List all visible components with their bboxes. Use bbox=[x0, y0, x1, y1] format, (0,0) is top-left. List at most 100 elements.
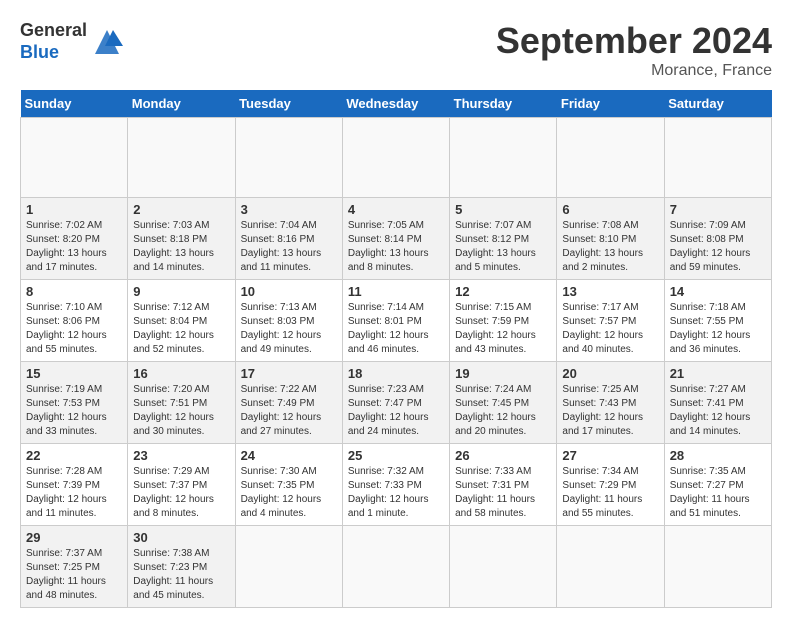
day-info: Sunrise: 7:18 AMSunset: 7:55 PMDaylight:… bbox=[670, 301, 766, 357]
day-number: 1 bbox=[26, 202, 122, 217]
calendar-cell: 27 Sunrise: 7:34 AMSunset: 7:29 PMDayligh… bbox=[557, 444, 664, 526]
day-info: Sunrise: 7:22 AMSunset: 7:49 PMDaylight:… bbox=[241, 383, 337, 439]
day-number: 6 bbox=[562, 202, 658, 217]
day-info: Sunrise: 7:14 AMSunset: 8:01 PMDaylight:… bbox=[348, 301, 444, 357]
day-number: 26 bbox=[455, 448, 551, 463]
day-info: Sunrise: 7:17 AMSunset: 7:57 PMDaylight:… bbox=[562, 301, 658, 357]
calendar-cell bbox=[235, 526, 342, 608]
weekday-header-tuesday: Tuesday bbox=[235, 90, 342, 118]
calendar-cell bbox=[342, 526, 449, 608]
calendar-cell: 26 Sunrise: 7:33 AMSunset: 7:31 PMDayligh… bbox=[450, 444, 557, 526]
weekday-header-sunday: Sunday bbox=[21, 90, 128, 118]
weekday-header-monday: Monday bbox=[128, 90, 235, 118]
day-info: Sunrise: 7:33 AMSunset: 7:31 PMDaylight:… bbox=[455, 465, 551, 521]
day-info: Sunrise: 7:20 AMSunset: 7:51 PMDaylight:… bbox=[133, 383, 229, 439]
day-number: 3 bbox=[241, 202, 337, 217]
calendar-cell: 17 Sunrise: 7:22 AMSunset: 7:49 PMDayligh… bbox=[235, 362, 342, 444]
day-info: Sunrise: 7:25 AMSunset: 7:43 PMDaylight:… bbox=[562, 383, 658, 439]
calendar-cell: 4Sunrise: 7:05 AMSunset: 8:14 PMDaylight… bbox=[342, 198, 449, 280]
day-info: Sunrise: 7:34 AMSunset: 7:29 PMDaylight:… bbox=[562, 465, 658, 521]
day-number: 29 bbox=[26, 530, 122, 545]
calendar-cell bbox=[557, 526, 664, 608]
day-info: Sunrise: 7:19 AMSunset: 7:53 PMDaylight:… bbox=[26, 383, 122, 439]
calendar-cell: 12 Sunrise: 7:15 AMSunset: 7:59 PMDayligh… bbox=[450, 280, 557, 362]
day-number: 21 bbox=[670, 366, 766, 381]
calendar-cell: 14 Sunrise: 7:18 AMSunset: 7:55 PMDayligh… bbox=[664, 280, 771, 362]
calendar-cell bbox=[557, 118, 664, 198]
location-label: Morance, France bbox=[496, 62, 772, 80]
day-number: 30 bbox=[133, 530, 229, 545]
day-info: Sunrise: 7:09 AMSunset: 8:08 PMDaylight:… bbox=[670, 219, 766, 275]
weekday-header-wednesday: Wednesday bbox=[342, 90, 449, 118]
calendar-cell: 10 Sunrise: 7:13 AMSunset: 8:03 PMDayligh… bbox=[235, 280, 342, 362]
day-info: Sunrise: 7:02 AMSunset: 8:20 PMDaylight:… bbox=[26, 219, 122, 275]
day-number: 28 bbox=[670, 448, 766, 463]
calendar-cell: 15 Sunrise: 7:19 AMSunset: 7:53 PMDayligh… bbox=[21, 362, 128, 444]
day-info: Sunrise: 7:03 AMSunset: 8:18 PMDaylight:… bbox=[133, 219, 229, 275]
day-number: 12 bbox=[455, 284, 551, 299]
calendar-cell bbox=[664, 118, 771, 198]
calendar-cell: 28Sunrise: 7:35 AMSunset: 7:27 PMDayligh… bbox=[664, 444, 771, 526]
day-info: Sunrise: 7:27 AMSunset: 7:41 PMDaylight:… bbox=[670, 383, 766, 439]
day-info: Sunrise: 7:04 AMSunset: 8:16 PMDaylight:… bbox=[241, 219, 337, 275]
calendar-cell: 8Sunrise: 7:10 AMSunset: 8:06 PMDaylight… bbox=[21, 280, 128, 362]
calendar-cell: 19Sunrise: 7:24 AMSunset: 7:45 PMDayligh… bbox=[450, 362, 557, 444]
day-number: 2 bbox=[133, 202, 229, 217]
page-header: General Blue September 2024 Morance, Fra… bbox=[20, 20, 772, 80]
calendar-cell bbox=[450, 118, 557, 198]
calendar-cell: 29 Sunrise: 7:37 AMSunset: 7:25 PMDayligh… bbox=[21, 526, 128, 608]
day-number: 20 bbox=[562, 366, 658, 381]
day-number: 9 bbox=[133, 284, 229, 299]
calendar-cell: 3 Sunrise: 7:04 AMSunset: 8:16 PMDaylight… bbox=[235, 198, 342, 280]
calendar-cell bbox=[21, 118, 128, 198]
day-number: 19 bbox=[455, 366, 551, 381]
weekday-header-friday: Friday bbox=[557, 90, 664, 118]
calendar-cell: 6 Sunrise: 7:08 AMSunset: 8:10 PMDaylight… bbox=[557, 198, 664, 280]
day-info: Sunrise: 7:13 AMSunset: 8:03 PMDaylight:… bbox=[241, 301, 337, 357]
day-info: Sunrise: 7:10 AMSunset: 8:06 PMDaylight:… bbox=[26, 301, 122, 357]
weekday-header-thursday: Thursday bbox=[450, 90, 557, 118]
calendar-cell: 20 Sunrise: 7:25 AMSunset: 7:43 PMDayligh… bbox=[557, 362, 664, 444]
weekday-header-saturday: Saturday bbox=[664, 90, 771, 118]
day-number: 17 bbox=[241, 366, 337, 381]
calendar-cell: 7Sunrise: 7:09 AMSunset: 8:08 PMDaylight… bbox=[664, 198, 771, 280]
day-number: 16 bbox=[133, 366, 229, 381]
logo-blue: Blue bbox=[20, 42, 59, 62]
day-number: 11 bbox=[348, 284, 444, 299]
day-number: 27 bbox=[562, 448, 658, 463]
logo-icon bbox=[91, 26, 123, 58]
day-info: Sunrise: 7:28 AMSunset: 7:39 PMDaylight:… bbox=[26, 465, 122, 521]
calendar-cell: 30 Sunrise: 7:38 AMSunset: 7:23 PMDayligh… bbox=[128, 526, 235, 608]
day-info: Sunrise: 7:37 AMSunset: 7:25 PMDaylight:… bbox=[26, 547, 122, 603]
day-info: Sunrise: 7:30 AMSunset: 7:35 PMDaylight:… bbox=[241, 465, 337, 521]
day-number: 15 bbox=[26, 366, 122, 381]
day-info: Sunrise: 7:15 AMSunset: 7:59 PMDaylight:… bbox=[455, 301, 551, 357]
calendar-cell: 5 Sunrise: 7:07 AMSunset: 8:12 PMDaylight… bbox=[450, 198, 557, 280]
calendar-cell: 13 Sunrise: 7:17 AMSunset: 7:57 PMDayligh… bbox=[557, 280, 664, 362]
day-info: Sunrise: 7:32 AMSunset: 7:33 PMDaylight:… bbox=[348, 465, 444, 521]
day-number: 24 bbox=[241, 448, 337, 463]
day-info: Sunrise: 7:08 AMSunset: 8:10 PMDaylight:… bbox=[562, 219, 658, 275]
day-number: 4 bbox=[348, 202, 444, 217]
day-number: 25 bbox=[348, 448, 444, 463]
logo: General Blue bbox=[20, 20, 123, 63]
calendar-cell: 9 Sunrise: 7:12 AMSunset: 8:04 PMDaylight… bbox=[128, 280, 235, 362]
day-number: 23 bbox=[133, 448, 229, 463]
day-info: Sunrise: 7:12 AMSunset: 8:04 PMDaylight:… bbox=[133, 301, 229, 357]
calendar-cell: 11 Sunrise: 7:14 AMSunset: 8:01 PMDayligh… bbox=[342, 280, 449, 362]
calendar-cell bbox=[664, 526, 771, 608]
calendar-cell bbox=[450, 526, 557, 608]
day-info: Sunrise: 7:29 AMSunset: 7:37 PMDaylight:… bbox=[133, 465, 229, 521]
calendar-cell: 2 Sunrise: 7:03 AMSunset: 8:18 PMDaylight… bbox=[128, 198, 235, 280]
day-number: 14 bbox=[670, 284, 766, 299]
day-number: 13 bbox=[562, 284, 658, 299]
day-number: 10 bbox=[241, 284, 337, 299]
title-block: September 2024 Morance, France bbox=[496, 20, 772, 80]
day-info: Sunrise: 7:38 AMSunset: 7:23 PMDaylight:… bbox=[133, 547, 229, 603]
day-number: 5 bbox=[455, 202, 551, 217]
month-title: September 2024 bbox=[496, 20, 772, 62]
day-info: Sunrise: 7:07 AMSunset: 8:12 PMDaylight:… bbox=[455, 219, 551, 275]
day-number: 22 bbox=[26, 448, 122, 463]
calendar-cell: 22 Sunrise: 7:28 AMSunset: 7:39 PMDayligh… bbox=[21, 444, 128, 526]
calendar-cell: 18Sunrise: 7:23 AMSunset: 7:47 PMDayligh… bbox=[342, 362, 449, 444]
